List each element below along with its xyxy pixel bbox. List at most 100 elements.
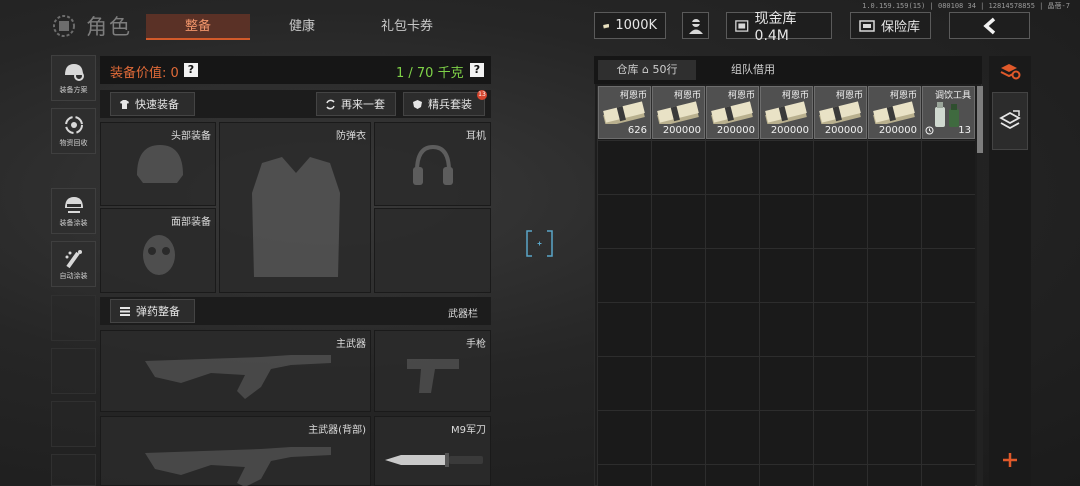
plus-icon <box>1003 453 1017 467</box>
primary-weapon-slot[interactable]: 主武器 <box>100 330 371 412</box>
slot-label: M9军刀 <box>451 425 486 436</box>
again-button[interactable]: 再来一套 <box>316 92 396 116</box>
sidebar-item-gear-paint[interactable]: 装备涂装 <box>51 188 96 234</box>
elite-set-button[interactable]: 精兵套装 13 <box>403 90 487 116</box>
knife-icon <box>385 453 483 467</box>
add-button[interactable] <box>992 446 1028 474</box>
again-label: 再来一套 <box>341 98 385 111</box>
sidebar-label: 自动涂装 <box>59 272 88 280</box>
page-title: 角色 <box>86 15 132 39</box>
item-count: 200000 <box>878 125 917 136</box>
layers-icon <box>999 110 1021 130</box>
cash-stack-icon <box>603 23 610 29</box>
sort-stack-button[interactable] <box>992 58 1028 84</box>
warehouse-rows: 50行 <box>652 63 678 76</box>
item-name: 柯恩币 <box>727 91 755 101</box>
pistol-slot[interactable]: 手枪 <box>374 330 491 412</box>
item-count: 626 <box>627 125 647 136</box>
item-name: 柯恩币 <box>781 91 809 101</box>
warehouse-item-koen-coin[interactable]: 柯恩币 200000 <box>652 86 705 139</box>
warehouse-grid[interactable] <box>597 86 975 486</box>
cash-stack-icon <box>657 101 699 124</box>
shirt-icon <box>120 99 129 109</box>
elite-set-label: 精兵套装 <box>428 98 472 111</box>
warehouse-item-koen-coin[interactable]: 柯恩币 626 <box>598 86 651 139</box>
helmet-paint-icon <box>64 197 83 213</box>
item-name: 柯恩币 <box>889 91 917 101</box>
knife-slot[interactable]: M9军刀 <box>374 416 491 486</box>
chevron-left-icon <box>982 17 995 34</box>
item-count: 200000 <box>824 125 863 136</box>
warehouse-tab-label: 仓库 <box>616 63 639 76</box>
carry-weight: 1 / 70 千克 <box>396 66 464 81</box>
rifle-silhouette-icon <box>145 355 331 399</box>
slot-label: 主武器 <box>336 339 366 350</box>
safe-vault-label: 保险库 <box>881 20 921 35</box>
ammo-prep-button[interactable]: 弹药整备 <box>110 299 195 323</box>
helmet-gear-icon <box>64 64 84 81</box>
mask-silhouette-icon <box>143 235 175 275</box>
tab-gift-cards[interactable]: 礼包卡券 <box>352 14 462 40</box>
cash-stack-icon <box>711 101 753 124</box>
sidebar-item-recycle[interactable]: 物资回收 <box>51 108 96 154</box>
sidebar-label: 装备方案 <box>59 86 88 94</box>
body-armor-slot[interactable]: 防弹衣 <box>219 122 371 293</box>
spray-icon <box>65 250 82 269</box>
drop-target-marker-icon <box>526 230 553 257</box>
layers-refresh-icon <box>1000 64 1021 80</box>
vault-box-icon <box>735 19 749 32</box>
help-icon[interactable]: ? <box>470 63 484 77</box>
version-text: 1.0.159.159(15) | 080108 34 | 1281457885… <box>862 2 1070 10</box>
operator-icon <box>688 18 703 34</box>
warehouse-scrollbar[interactable] <box>977 86 983 153</box>
back-button[interactable] <box>949 12 1030 39</box>
sidebar-empty-slot <box>51 295 96 341</box>
warehouse-item-koen-coin[interactable]: 柯恩币 200000 <box>814 86 867 139</box>
item-name: 柯恩币 <box>835 91 863 101</box>
empty-gear-slot[interactable] <box>374 208 491 293</box>
earphone-slot[interactable]: 耳机 <box>374 122 491 206</box>
slot-label: 面部装备 <box>171 217 211 228</box>
slot-label: 防弹衣 <box>336 131 366 142</box>
sidebar-item-auto-paint[interactable]: 自动涂装 <box>51 241 96 287</box>
refresh-icon <box>326 99 335 109</box>
tab-warehouse[interactable]: 仓库 ⌂ 50行 <box>598 60 696 80</box>
tab-health[interactable]: 健康 <box>262 14 342 40</box>
cash-vault-button[interactable]: 现金库 0.4M <box>726 11 832 44</box>
warehouse-item-drink-tool[interactable]: 调饮工具 13 <box>922 86 975 139</box>
help-icon[interactable]: ? <box>184 63 198 77</box>
sidebar-label: 装备涂装 <box>59 219 88 227</box>
elite-set-badge: 13 <box>477 90 487 100</box>
pistol-silhouette-icon <box>407 359 459 393</box>
cash-vault-label: 现金库 0.4M <box>754 10 797 44</box>
slot-label: 主武器(背部) <box>308 425 366 436</box>
warehouse-item-koen-coin[interactable]: 柯恩币 200000 <box>706 86 759 139</box>
recycle-icon <box>64 116 83 134</box>
head-gear-slot[interactable]: 头部装备 <box>100 122 216 206</box>
sidebar-empty-slot <box>51 401 96 447</box>
tab-equip[interactable]: 整备 <box>146 14 250 40</box>
slot-label: 手枪 <box>466 339 486 350</box>
warehouse-item-koen-coin[interactable]: 柯恩币 200000 <box>760 86 813 139</box>
warehouse-item-koen-coin[interactable]: 柯恩币 200000 <box>868 86 921 139</box>
sidebar-item-loadout-plan[interactable]: 装备方案 <box>51 55 96 101</box>
top-bar: 1.0.159.159(15) | 080108 34 | 1281457885… <box>0 0 1080 50</box>
quick-equip-button[interactable]: 快速装备 <box>110 92 195 116</box>
item-name: 调饮工具 <box>934 91 971 101</box>
helmet-silhouette-icon <box>137 145 183 183</box>
safe-vault-button[interactable]: 保险库 <box>850 12 931 39</box>
safe-icon <box>859 19 875 32</box>
weapon-bar-label: 武器栏 <box>448 309 478 320</box>
money-amount: 1000K <box>615 18 657 33</box>
rifle-silhouette-icon <box>145 447 331 486</box>
primary-weapon-back-slot[interactable]: 主武器(背部) <box>100 416 371 486</box>
operator-avatar-button[interactable] <box>682 12 709 39</box>
equipment-value: 装备价值: 0 <box>110 66 179 81</box>
layer-filter-button[interactable] <box>992 92 1028 150</box>
cash-stack-icon <box>603 101 645 124</box>
tab-team-borrow[interactable]: 组队借用 <box>700 60 806 80</box>
face-gear-slot[interactable]: 面部装备 <box>100 208 216 293</box>
vest-silhouette-icon <box>252 157 340 277</box>
slot-label: 耳机 <box>466 131 486 142</box>
money-button[interactable]: 1000K <box>594 12 666 39</box>
